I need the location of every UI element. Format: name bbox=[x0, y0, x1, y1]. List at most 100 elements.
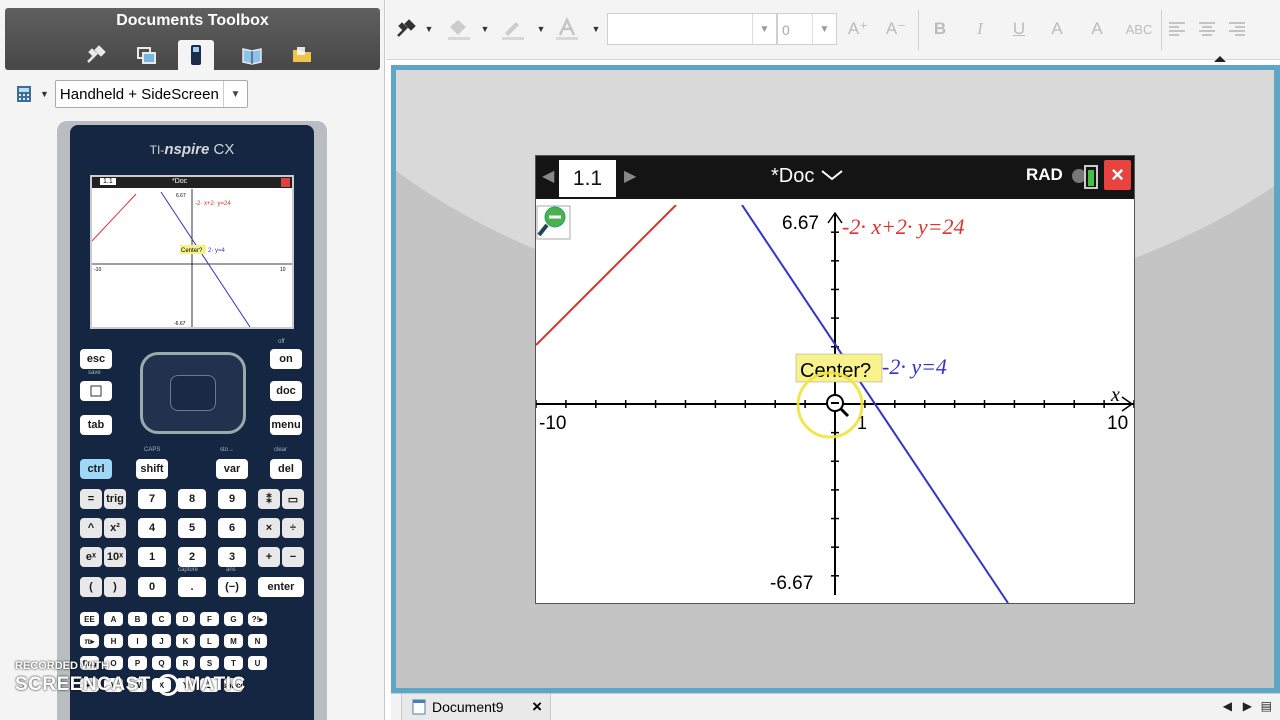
italic-button[interactable]: I bbox=[969, 15, 991, 43]
key-dot[interactable]: . bbox=[178, 577, 206, 597]
key-6[interactable]: 6 bbox=[218, 518, 246, 538]
shrink-font-button[interactable]: A⁻ bbox=[884, 15, 908, 43]
key-9[interactable]: 9 bbox=[218, 489, 246, 509]
key-0[interactable]: 0 bbox=[138, 577, 166, 597]
superscript-button[interactable]: A bbox=[1046, 15, 1068, 43]
document-explorer-tab[interactable] bbox=[284, 40, 320, 70]
page-tab[interactable]: 1.1 bbox=[559, 160, 616, 197]
letter-key[interactable]: F bbox=[200, 612, 219, 626]
close-tab-button[interactable]: × bbox=[532, 697, 542, 717]
key-4[interactable]: 4 bbox=[138, 518, 166, 538]
caret-key[interactable]: ^ bbox=[80, 518, 102, 538]
doc-title[interactable]: *Doc bbox=[771, 165, 844, 188]
del-key[interactable]: del bbox=[270, 459, 302, 479]
letter-key[interactable]: D bbox=[176, 612, 195, 626]
scroll-left-icon[interactable]: ◀ bbox=[1223, 699, 1232, 713]
key-5[interactable]: 5 bbox=[178, 518, 206, 538]
letter-key[interactable]: C bbox=[152, 612, 171, 626]
close-doc-button[interactable]: × bbox=[1104, 160, 1131, 190]
key-8[interactable]: 8 bbox=[178, 489, 206, 509]
letter-key[interactable]: I bbox=[128, 634, 147, 648]
rparen-key[interactable]: ) bbox=[104, 577, 126, 597]
next-page-icon[interactable]: ▶ bbox=[624, 166, 636, 186]
text-color-button[interactable] bbox=[552, 15, 582, 43]
letter-key[interactable]: G bbox=[224, 612, 243, 626]
key-op1[interactable]: ⁑ bbox=[258, 489, 280, 509]
graph-area[interactable]: 6.67 -6.67 -10 10 1 x -2· x+2· y=24 -2· … bbox=[536, 205, 1134, 603]
esc-key[interactable]: esc bbox=[80, 349, 112, 369]
fill-dropdown-icon[interactable]: ▼ bbox=[480, 15, 490, 43]
trig-key[interactable]: trig bbox=[104, 489, 126, 509]
key-minus[interactable]: − bbox=[282, 547, 304, 567]
save-key[interactable] bbox=[80, 381, 112, 401]
key-plus[interactable]: + bbox=[258, 547, 280, 567]
letter-key[interactable]: EE bbox=[80, 612, 99, 626]
chevron-down-icon[interactable]: ▼ bbox=[40, 89, 49, 99]
key-3[interactable]: 3 bbox=[218, 547, 246, 567]
align-center-button[interactable] bbox=[1196, 15, 1218, 43]
view-select[interactable]: Handheld + SideScreen ▼ bbox=[54, 80, 248, 108]
letter-key[interactable]: M bbox=[224, 634, 243, 648]
letter-key[interactable]: K bbox=[176, 634, 195, 648]
collapse-toolbar-icon[interactable] bbox=[1214, 56, 1226, 62]
align-left-button[interactable] bbox=[1166, 15, 1188, 43]
eq-key[interactable]: = bbox=[80, 489, 102, 509]
lparen-key[interactable]: ( bbox=[80, 577, 102, 597]
align-right-button[interactable] bbox=[1226, 15, 1248, 43]
f1-label[interactable]: -2· x+2· y=24 bbox=[842, 214, 965, 239]
letter-key[interactable]: L bbox=[200, 634, 219, 648]
tools-dropdown-icon[interactable]: ▼ bbox=[424, 15, 434, 43]
tab-menu-icon[interactable]: ▤ bbox=[1261, 699, 1272, 713]
letter-key[interactable]: N bbox=[248, 634, 267, 648]
on-key[interactable]: on bbox=[270, 349, 302, 369]
line-dropdown-icon[interactable]: ▼ bbox=[536, 15, 546, 43]
letter-key[interactable]: B bbox=[128, 612, 147, 626]
zoom-out-icon[interactable] bbox=[536, 205, 571, 240]
letter-key[interactable]: A bbox=[104, 612, 123, 626]
underline-button[interactable]: U bbox=[1008, 15, 1030, 43]
f2-label[interactable]: -2· y=4 bbox=[882, 354, 947, 379]
bold-button[interactable]: B bbox=[929, 15, 951, 43]
fill-color-button[interactable] bbox=[444, 15, 474, 43]
key-mul[interactable]: × bbox=[258, 518, 280, 538]
content-explorer-tab[interactable] bbox=[234, 40, 270, 70]
calculator-icon[interactable] bbox=[14, 84, 34, 104]
letter-key[interactable]: U bbox=[248, 656, 267, 670]
strikethrough-button[interactable]: ABC bbox=[1122, 15, 1156, 43]
touchpad[interactable] bbox=[140, 352, 246, 434]
ctrl-key[interactable]: ctrl bbox=[80, 459, 112, 479]
enter-key[interactable]: enter bbox=[258, 577, 304, 597]
menu-key[interactable]: menu bbox=[270, 415, 302, 435]
shift-key[interactable]: shift bbox=[136, 459, 168, 479]
ex-key[interactable]: eˣ bbox=[80, 547, 102, 567]
font-name-select[interactable]: ▼ bbox=[607, 13, 777, 45]
letter-key[interactable]: π▸ bbox=[80, 634, 99, 648]
tenx-key[interactable]: 10ˣ bbox=[104, 547, 126, 567]
line-color-button[interactable] bbox=[498, 15, 528, 43]
key-1[interactable]: 1 bbox=[138, 547, 166, 567]
letter-key[interactable]: ?!▸ bbox=[248, 612, 267, 626]
grow-font-button[interactable]: A⁺ bbox=[846, 15, 870, 43]
scroll-right-icon[interactable]: ▶ bbox=[1243, 699, 1252, 713]
x2-key[interactable]: x² bbox=[104, 518, 126, 538]
key-neg[interactable]: (−) bbox=[218, 577, 246, 597]
text-color-dropdown-icon[interactable]: ▼ bbox=[591, 15, 601, 43]
key-2[interactable]: 2 bbox=[178, 547, 206, 567]
tab-key[interactable]: tab bbox=[80, 415, 112, 435]
letter-key[interactable]: J bbox=[152, 634, 171, 648]
handheld-tab[interactable] bbox=[178, 40, 214, 70]
key-7[interactable]: 7 bbox=[138, 489, 166, 509]
letter-key[interactable]: H bbox=[104, 634, 123, 648]
document-tab[interactable]: Document9 × bbox=[401, 694, 551, 720]
var-key[interactable]: var bbox=[216, 459, 248, 479]
key-op2[interactable]: ▭ bbox=[282, 489, 304, 509]
doc-key[interactable]: doc bbox=[270, 381, 302, 401]
tools-menu-button[interactable] bbox=[394, 15, 418, 43]
utilities-tab[interactable] bbox=[78, 40, 114, 70]
page-sorter-tab[interactable] bbox=[128, 40, 164, 70]
subscript-button[interactable]: A bbox=[1086, 15, 1108, 43]
touchpad-center[interactable] bbox=[170, 375, 216, 411]
font-size-select[interactable]: 0 ▼ bbox=[777, 13, 837, 45]
prev-page-icon[interactable]: ◀ bbox=[542, 166, 554, 186]
key-div[interactable]: ÷ bbox=[282, 518, 304, 538]
